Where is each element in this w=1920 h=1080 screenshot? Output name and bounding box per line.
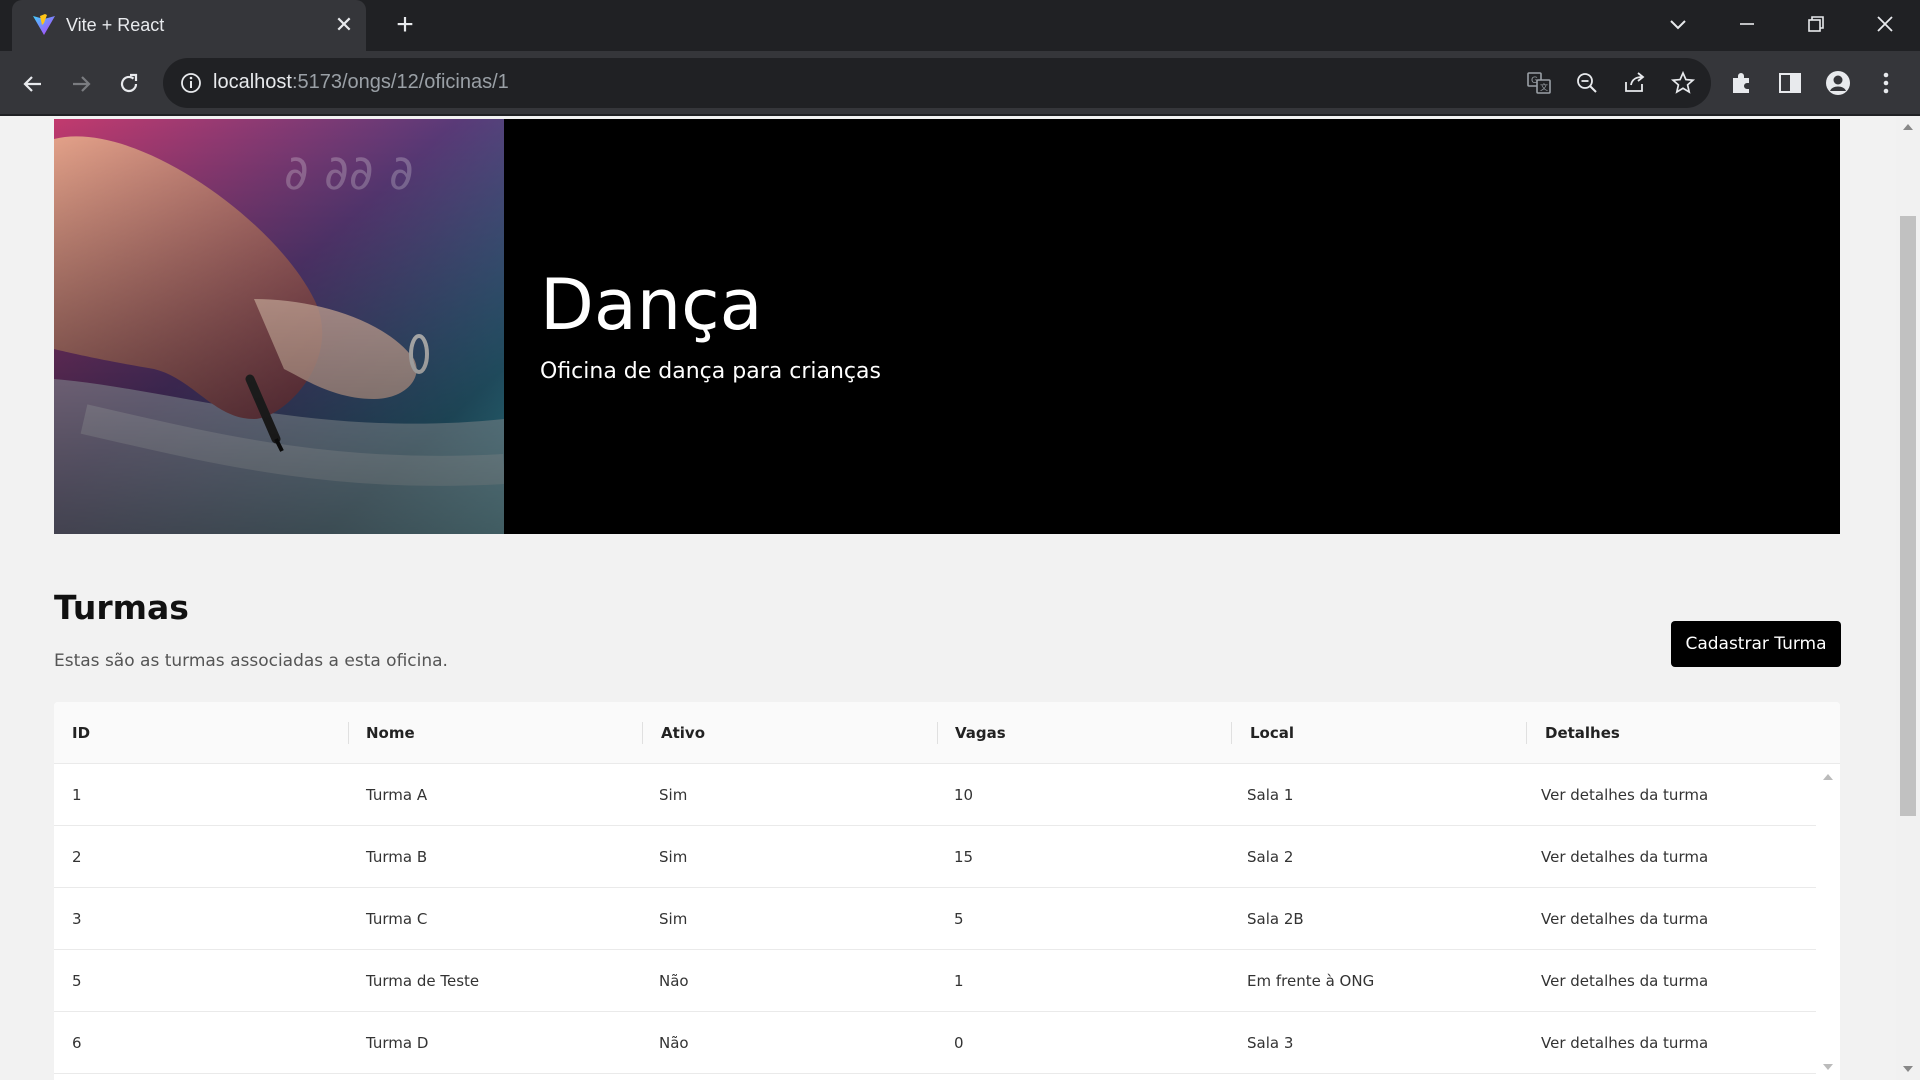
cell-nome: Turma B: [366, 848, 428, 866]
new-tab-icon[interactable]: +: [390, 10, 420, 41]
cell-local: Sala 3: [1247, 1034, 1294, 1052]
column-header-ativo[interactable]: Ativo: [661, 702, 705, 764]
ver-detalhes-link[interactable]: Ver detalhes da turma: [1541, 826, 1708, 888]
scrollbar-thumb[interactable]: [1900, 216, 1916, 816]
cell-vagas: 5: [954, 910, 964, 928]
cell-local: Sala 2: [1247, 848, 1294, 866]
table-row[interactable]: 1 Turma A Sim 10 Sala 1 Ver detalhes da …: [54, 764, 1816, 826]
table-row[interactable]: 2 Turma B Sim 15 Sala 2 Ver detalhes da …: [54, 826, 1816, 888]
address-bar[interactable]: localhost:5173/ongs/12/oficinas/1 G文: [163, 58, 1711, 108]
tab-search-chevron-icon[interactable]: [1658, 6, 1698, 40]
url-text[interactable]: localhost:5173/ongs/12/oficinas/1: [213, 71, 509, 94]
site-info-icon[interactable]: [179, 71, 203, 95]
ver-detalhes-link[interactable]: Ver detalhes da turma: [1541, 950, 1708, 1012]
oficina-hero-banner: ∂ ∂∂ ∂ Dança Oficina de dança para crian…: [54, 119, 1840, 534]
forward-arrow-icon[interactable]: [64, 67, 98, 101]
profile-avatar-icon[interactable]: [1824, 69, 1852, 97]
turmas-table: ID Nome Ativo Vagas Local Detalhes 1 Tur…: [54, 702, 1840, 1080]
column-separator: [937, 722, 938, 744]
bookmark-star-icon[interactable]: [1670, 70, 1696, 96]
cell-local: Em frente à ONG: [1247, 972, 1375, 990]
cell-ativo: Sim: [659, 848, 688, 866]
column-separator: [1231, 722, 1232, 744]
extensions-puzzle-icon[interactable]: [1728, 69, 1756, 97]
side-panel-icon[interactable]: [1776, 69, 1804, 97]
scroll-up-arrow-icon[interactable]: [1823, 774, 1833, 780]
ver-detalhes-link[interactable]: Ver detalhes da turma: [1541, 764, 1708, 826]
close-window-icon[interactable]: [1865, 6, 1905, 40]
share-icon[interactable]: [1622, 70, 1648, 96]
cell-vagas: 15: [954, 848, 974, 866]
scroll-up-arrow-icon[interactable]: [1903, 124, 1913, 130]
back-arrow-icon[interactable]: [16, 67, 50, 101]
svg-text:文: 文: [1540, 82, 1548, 92]
column-separator: [1526, 722, 1527, 744]
cell-local: Sala 1: [1247, 786, 1294, 804]
browser-tab[interactable]: Vite + React ✕: [12, 0, 366, 51]
zoom-out-icon[interactable]: [1574, 70, 1600, 96]
browser-menu-kebab-icon[interactable]: [1872, 69, 1900, 97]
oficina-title: Dança: [540, 264, 763, 346]
column-header-nome[interactable]: Nome: [366, 702, 415, 764]
column-header-id[interactable]: ID: [72, 702, 90, 764]
close-tab-icon[interactable]: ✕: [332, 13, 356, 37]
table-row[interactable]: 6 Turma D Não 0 Sala 3 Ver detalhes da t…: [54, 1012, 1816, 1074]
browser-toolbar: localhost:5173/ongs/12/oficinas/1 G文: [0, 51, 1920, 116]
url-path: :5173/ongs/12/oficinas/1: [291, 71, 509, 93]
column-separator: [642, 722, 643, 744]
column-separator: [348, 722, 349, 744]
oficina-subtitle: Oficina de dança para crianças: [540, 359, 881, 384]
hero-writing-hand-image: ∂ ∂∂ ∂: [54, 119, 504, 534]
restore-window-icon[interactable]: [1796, 6, 1836, 40]
scroll-down-arrow-icon[interactable]: [1823, 1064, 1833, 1070]
cell-id: 3: [72, 910, 82, 928]
cell-ativo: Não: [659, 1034, 689, 1052]
browser-tabstrip: Vite + React ✕ +: [0, 0, 1920, 51]
column-header-detalhes[interactable]: Detalhes: [1545, 702, 1620, 764]
reload-icon[interactable]: [112, 67, 146, 101]
cell-id: 6: [72, 1034, 82, 1052]
table-row[interactable]: 3 Turma C Sim 5 Sala 2B Ver detalhes da …: [54, 888, 1816, 950]
ver-detalhes-link[interactable]: Ver detalhes da turma: [1541, 1012, 1708, 1074]
cell-vagas: 1: [954, 972, 964, 990]
column-header-local[interactable]: Local: [1250, 702, 1294, 764]
vite-logo-icon: [32, 13, 56, 37]
page-viewport[interactable]: ∂ ∂∂ ∂ Dança Oficina de dança para crian…: [0, 116, 1896, 1080]
cell-ativo: Sim: [659, 786, 688, 804]
table-body[interactable]: 1 Turma A Sim 10 Sala 1 Ver detalhes da …: [54, 764, 1816, 1080]
cell-nome: Turma de Teste: [366, 972, 480, 990]
cell-ativo: Sim: [659, 910, 688, 928]
column-header-vagas[interactable]: Vagas: [955, 702, 1006, 764]
table-header: ID Nome Ativo Vagas Local Detalhes: [54, 702, 1840, 764]
cell-ativo: Não: [659, 972, 689, 990]
cell-id: 5: [72, 972, 82, 990]
cell-vagas: 10: [954, 786, 974, 804]
cell-nome: Turma C: [366, 910, 428, 928]
turmas-heading: Turmas: [54, 588, 189, 627]
tab-title: Vite + React: [66, 15, 165, 35]
cell-nome: Turma D: [366, 1034, 429, 1052]
cell-id: 1: [72, 786, 82, 804]
cadastrar-turma-button[interactable]: Cadastrar Turma: [1671, 621, 1841, 667]
cell-vagas: 0: [954, 1034, 964, 1052]
table-scrollbar[interactable]: [1816, 764, 1840, 1080]
cell-local: Sala 2B: [1247, 910, 1304, 928]
url-host: localhost: [213, 71, 292, 93]
cell-nome: Turma A: [366, 786, 428, 804]
scroll-down-arrow-icon[interactable]: [1903, 1066, 1913, 1072]
cell-id: 2: [72, 848, 82, 866]
turmas-description: Estas são as turmas associadas a esta of…: [54, 651, 448, 671]
page-scrollbar[interactable]: [1896, 116, 1920, 1080]
translate-icon[interactable]: G文: [1526, 70, 1552, 96]
table-row[interactable]: 5 Turma de Teste Não 1 Em frente à ONG V…: [54, 950, 1816, 1012]
minimize-window-icon[interactable]: [1727, 6, 1767, 40]
ver-detalhes-link[interactable]: Ver detalhes da turma: [1541, 888, 1708, 950]
